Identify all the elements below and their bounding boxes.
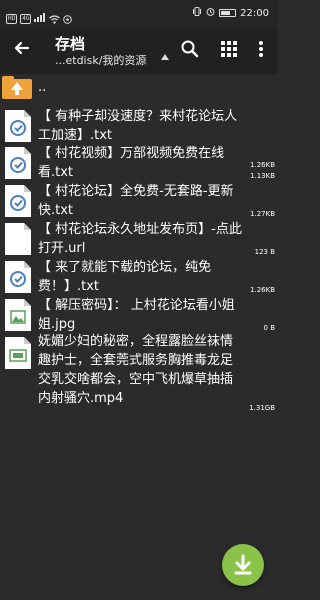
parent-folder-label: .. xyxy=(38,80,47,95)
file-name: 【 有种子却没速度？来村花论坛人工加速】.txt xyxy=(38,109,238,143)
file-row[interactable]: 【 村花视频】万部视频免费在线看.txt 1.13KB xyxy=(0,142,277,180)
grid-view-button[interactable] xyxy=(218,38,240,60)
file-size: 1.31GB xyxy=(249,404,275,412)
text-file-icon xyxy=(3,109,33,143)
file-row[interactable]: 【 村花论坛永久地址发布页】-点此打开.url 123 B xyxy=(0,218,277,256)
search-icon xyxy=(181,40,199,58)
status-bar-right: 22:00 xyxy=(192,7,269,19)
battery-icon xyxy=(219,9,237,17)
file-size: 1.27KB xyxy=(250,210,275,218)
file-row[interactable]: 【 来了就能下载的论坛，纯免费！】.txt 1.26KB xyxy=(0,256,277,294)
image-file-icon xyxy=(3,298,33,332)
download-icon xyxy=(234,554,252,575)
page-title: 存档 xyxy=(55,35,86,53)
blank-file-icon xyxy=(3,222,33,256)
vibrate-icon xyxy=(192,7,202,19)
file-list: .. 【 有种子却没速度？来村花论坛人工加速】.txt 1.26KB 【 村花视… xyxy=(0,74,277,412)
download-fab-button[interactable] xyxy=(222,544,264,586)
file-name: 【 村花视频】万部视频免费在线看.txt xyxy=(38,146,225,180)
network-type-indicator: 4G xyxy=(20,13,32,24)
dropdown-arrow-icon[interactable] xyxy=(161,54,169,60)
file-size: 0 B xyxy=(263,324,275,332)
video-file-icon xyxy=(3,336,33,370)
text-file-icon xyxy=(3,260,33,294)
text-file-icon xyxy=(3,146,33,180)
app-toolbar: 存档 ...etdisk/我的资源 xyxy=(0,30,277,74)
file-size: 1.26KB xyxy=(250,286,275,294)
path-dropdown[interactable]: ...etdisk/我的资源 xyxy=(55,52,146,68)
clock-time: 22:00 xyxy=(240,7,269,19)
arrow-back-icon xyxy=(14,41,30,55)
text-file-icon xyxy=(3,184,33,218)
file-name: 【 来了就能下载的论坛，纯免费！】.txt xyxy=(38,260,212,294)
more-vert-icon xyxy=(259,41,263,57)
file-size: 1.13KB xyxy=(250,172,275,180)
grid-icon xyxy=(221,41,237,57)
file-row[interactable]: 妩媚少妇的秘密，全程露脸丝袜情趣护士，全套莞式服务胸推毒龙足交乳交啥都会，空中飞… xyxy=(0,332,277,412)
hd-indicator: HD xyxy=(6,13,18,24)
folder-up-icon xyxy=(2,76,32,99)
alarm-icon xyxy=(206,7,215,19)
file-size: 123 B xyxy=(254,248,275,256)
file-row[interactable]: 【 村花论坛】全免费-无套路-更新快.txt 1.27KB xyxy=(0,180,277,218)
file-name: 【 村花论坛永久地址发布页】-点此打开.url xyxy=(38,222,242,256)
more-options-button[interactable] xyxy=(250,38,272,60)
file-name: 【 村花论坛】全免费-无套路-更新快.txt xyxy=(38,184,234,218)
status-bar: HD 4G 22:00 xyxy=(0,0,277,30)
notification-icon xyxy=(63,9,73,28)
status-bar-left: HD 4G xyxy=(6,9,73,28)
wifi-icon xyxy=(49,9,61,28)
file-name: 妩媚少妇的秘密，全程露脸丝袜情趣护士，全套莞式服务胸推毒龙足交乳交啥都会，空中飞… xyxy=(38,334,234,406)
signal-icon xyxy=(34,13,46,24)
back-button[interactable] xyxy=(10,36,34,60)
search-button[interactable] xyxy=(179,38,201,60)
file-row[interactable]: 【 解压密码】： 上村花论坛看小姐姐.jpg 0 B xyxy=(0,294,277,332)
file-name: 【 解压密码】： 上村花论坛看小姐姐.jpg xyxy=(38,298,235,332)
parent-folder-row[interactable]: .. xyxy=(0,74,277,102)
